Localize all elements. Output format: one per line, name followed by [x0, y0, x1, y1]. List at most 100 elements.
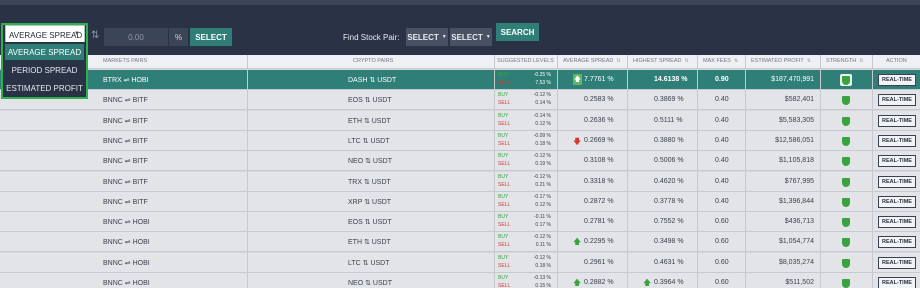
sell-label: SELL [498, 262, 511, 269]
dropdown-option-estimated-profit[interactable]: ESTIMATED PROFIT [5, 80, 84, 96]
header-max-fees[interactable]: MAX FEES ⇅ [703, 58, 738, 64]
sell-label: SELL [498, 120, 511, 127]
header-max-fees-label: MAX FEES [703, 58, 731, 64]
highest-spread: 0.3869 % [654, 96, 684, 104]
real-time-button[interactable]: REAL-TIME [878, 236, 916, 249]
sell-label: SELL [498, 140, 511, 147]
real-time-button[interactable]: REAL-TIME [878, 134, 916, 147]
pair-select-2[interactable]: SELECT ▼ [450, 28, 492, 46]
table-row[interactable]: BNNC ⇌ HOBI ETH ⇅ USDT BUY SELL -0.12 % 0.11 … [0, 232, 920, 253]
pair-select-2-value: SELECT [451, 32, 483, 42]
header-crypto-pairs: CRYPTO PAIRS [353, 58, 394, 64]
shield-icon [842, 258, 850, 268]
average-spread: 0.3318 % [584, 177, 614, 185]
shield-icon [842, 76, 850, 85]
shield-icon [842, 136, 850, 146]
sell-label: SELL [498, 80, 511, 86]
estimated-profit: $1,396,844 [778, 197, 814, 205]
real-time-button[interactable]: REAL-TIME [878, 94, 916, 107]
real-time-button[interactable]: REAL-TIME [878, 195, 916, 208]
max-fees: 0.60 [715, 279, 729, 286]
crypto-pair: TRX ⇅ USDT [348, 178, 391, 186]
estimated-profit: $582,401 [784, 96, 814, 104]
sort-select-value: AVERAGE SPREAD [9, 30, 83, 40]
average-spread: 0.3108 % [584, 157, 614, 165]
highest-spread: 0.4620 % [654, 177, 684, 185]
table-row[interactable]: BNNC ⇌ BITF EOS ⇅ USDT BUY SELL -0.12 % 0.14 … [0, 90, 920, 111]
estimated-profit: $511,502 [785, 279, 814, 286]
table-row[interactable]: BNNC ⇌ HOBI EOS ⇅ USDT BUY SELL -0.11 % 0.17 … [0, 212, 920, 233]
market-pair: BNNC ⇌ BITF [103, 178, 148, 186]
real-time-button[interactable]: REAL-TIME [878, 277, 916, 288]
header-estimated-profit[interactable]: ESTIMATED PROFIT ⇅ [751, 58, 811, 64]
arrow-up-icon: 🡅 [643, 278, 652, 287]
real-time-button[interactable]: REAL-TIME [878, 175, 916, 188]
sell-level: 7.53 % [535, 80, 551, 86]
max-fees: 0.40 [715, 157, 729, 165]
table-row[interactable]: BNNC ⇌ BITF XRP ⇅ USDT BUY SELL -0.17 % 0.12 … [0, 191, 920, 212]
highest-spread: 0.3964 % [654, 279, 684, 286]
table-row[interactable]: BNNC ⇌ BITF LTC ⇅ USDT BUY SELL -0.09 % 0.18 … [0, 130, 920, 151]
table-row[interactable]: BNNC ⇌ HOBI NEO ⇅ USDT BUY SELL -0.13 % 0.15 … [0, 273, 920, 288]
select-button[interactable]: SELECT [190, 28, 232, 46]
pair-select-1[interactable]: SELECT ▼ [406, 28, 448, 46]
header-strength[interactable]: STRENGTH ⇅ [826, 58, 863, 64]
real-time-button[interactable]: REAL-TIME [878, 74, 916, 86]
header-markets-pairs: MARKETS PAIRS [103, 58, 148, 64]
table-row[interactable]: BNNC ⇌ BITF ETH ⇅ USDT BUY SELL -0.14 % 0.12 … [0, 110, 920, 131]
sell-label: SELL [498, 201, 511, 208]
crypto-pair: DASH ⇅ USDT [348, 77, 397, 84]
header-average-spread-label: AVERAGE SPREAD [563, 58, 614, 64]
shield-icon [842, 96, 850, 106]
column-divider [872, 55, 873, 288]
max-fees: 0.40 [715, 96, 729, 104]
max-fees: 0.60 [715, 218, 729, 226]
dropdown-option-average-spread[interactable]: AVERAGE SPREAD [5, 44, 84, 60]
real-time-button[interactable]: REAL-TIME [878, 114, 916, 127]
header-estimated-profit-label: ESTIMATED PROFIT [751, 58, 804, 64]
crypto-pair: EOS ⇅ USDT [348, 97, 392, 105]
sell-level: 0.11 % [535, 242, 551, 249]
table-row[interactable]: BNNC ⇌ HOBI LTC ⇅ USDT BUY SELL -0.12 % 0.18 … [0, 252, 920, 273]
spread-input[interactable] [104, 28, 168, 46]
column-divider [494, 55, 495, 288]
caret-down-icon: ▼ [441, 34, 447, 40]
shield-icon [842, 279, 850, 288]
crypto-pair: EOS ⇅ USDT [348, 219, 392, 227]
filter-toolbar: AVERAGE SPREAD ▼ ⇅ % SELECT Find Stock P… [0, 5, 920, 55]
sell-level: 0.12 % [535, 201, 551, 208]
arrow-up-icon: 🡅 [573, 278, 582, 287]
header-average-spread[interactable]: AVERAGE SPREAD ⇅ [563, 58, 621, 64]
market-pair: BNNC ⇌ BITF [103, 97, 148, 105]
crypto-pair: NEO ⇅ USDT [348, 280, 392, 287]
estimated-profit: $8,035,274 [778, 258, 814, 266]
average-spread: 7.7761 % [584, 76, 614, 83]
header-highest-spread[interactable]: HIGHEST SPREAD ⇅ [633, 58, 689, 64]
market-pair: BNNC ⇌ BITF [103, 198, 148, 206]
market-pair: BNNC ⇌ BITF [103, 158, 148, 166]
real-time-button[interactable]: REAL-TIME [878, 155, 916, 168]
average-spread: 0.2583 % [584, 96, 614, 104]
sell-level: 0.19 % [535, 161, 551, 168]
real-time-button[interactable]: REAL-TIME [878, 216, 916, 229]
market-pair: BNNC ⇌ HOBI [103, 219, 150, 227]
market-pair: BTRX ⇌ HOBI [103, 77, 149, 84]
crypto-pair: LTC ⇅ USDT [348, 137, 390, 145]
table-row[interactable]: BNNC ⇌ BITF TRX ⇅ USDT BUY SELL -0.12 % 0.21 … [0, 171, 920, 192]
estimated-profit: $1,105,818 [778, 157, 814, 165]
highest-spread: 0.5006 % [654, 157, 684, 165]
sell-level: 0.15 % [535, 283, 551, 288]
table-row[interactable]: BNNC ⇌ BITF NEO ⇅ USDT BUY SELL -0.12 % 0.19 … [0, 151, 920, 172]
dropdown-option-period-spread[interactable]: PERIOD SPREAD [5, 62, 84, 78]
swap-icon: ⇅ [91, 30, 100, 41]
sell-label: SELL [498, 100, 511, 107]
max-fees: 0.40 [715, 177, 729, 185]
column-divider [557, 55, 558, 288]
find-stock-pair-label: Find Stock Pair: [343, 33, 400, 42]
table-row[interactable]: BTRX ⇌ HOBI DASH ⇅ USDT BUY SELL -0.25 % 7.53… [0, 70, 920, 90]
search-button[interactable]: SEARCH [496, 23, 539, 41]
sell-level: 0.18 % [535, 140, 551, 147]
sell-level: 0.14 % [535, 100, 551, 107]
sort-icon: ⇅ [733, 58, 739, 64]
real-time-button[interactable]: REAL-TIME [878, 256, 916, 269]
